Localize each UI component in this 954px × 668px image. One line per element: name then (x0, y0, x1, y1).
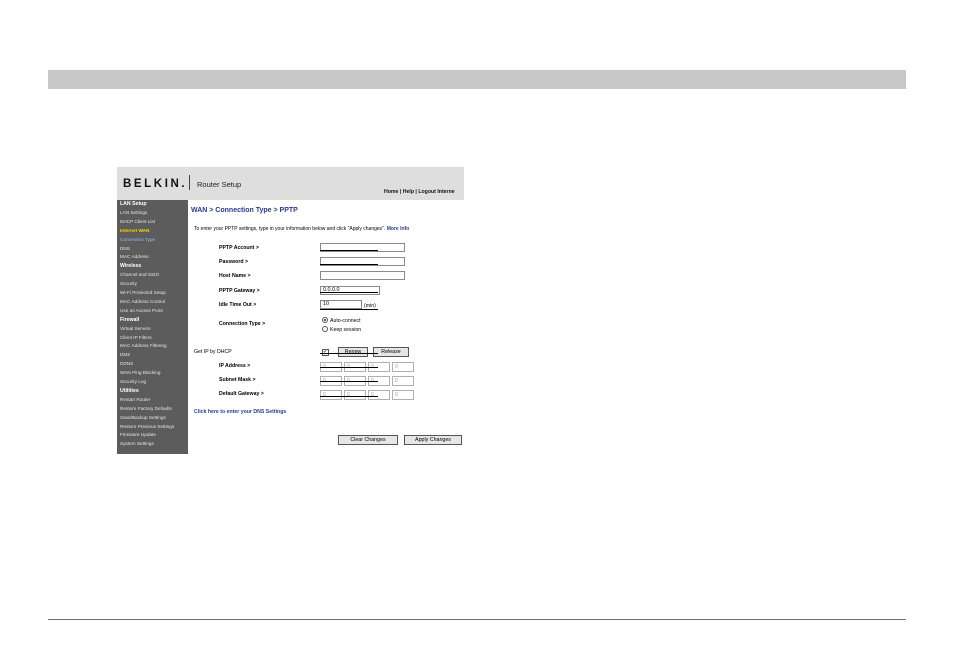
default-gateway-octet-3[interactable]: 0 (368, 390, 390, 400)
footer-rule (48, 619, 906, 620)
callout-line-dhcp (320, 353, 378, 354)
page-title: WAN > Connection Type > PPTP (191, 207, 298, 214)
sidebar-item-save-backup-settings[interactable]: Save/Backup Settings (120, 415, 166, 420)
callout-line-subnet-mask (320, 381, 378, 382)
sidebar-item-internet-wan[interactable]: Internet WAN (120, 228, 149, 233)
sidebar-section-lan-setup: LAN Setup (120, 201, 147, 207)
callout-line-pptp-account (320, 250, 378, 251)
host-name-label: Host Name > (219, 273, 251, 279)
sidebar-item-virtual-servers[interactable]: Virtual Servers (120, 326, 151, 331)
logo-divider (189, 175, 190, 190)
more-info-link[interactable]: More Info (387, 226, 410, 232)
sidebar-item-mac-address[interactable]: MAC Address (120, 254, 149, 259)
sidebar-item-use-as-access-point[interactable]: Use as Access Point (120, 308, 163, 313)
router-screenshot: BELKIN. Router Setup Home | Help | Logou… (117, 167, 464, 454)
sidebar-item-restore-previous-settings[interactable]: Restore Previous Settings (120, 424, 174, 429)
sidebar-item-restart-router[interactable]: Restart Router (120, 397, 150, 402)
sidebar-item-firmware-update[interactable]: Firmware Update (120, 432, 156, 437)
callout-line-idle-timeout (320, 309, 378, 310)
sidebar-item-mac-address-control[interactable]: MAC Address Control (120, 299, 165, 304)
callout-line-ip-address (320, 367, 378, 368)
sidebar-item-security[interactable]: Security (120, 281, 137, 286)
keep-session-radio[interactable] (322, 326, 328, 332)
renew-button[interactable]: Renew (338, 347, 368, 357)
keep-session-label: Keep session (330, 327, 362, 333)
sidebar-item-dmz[interactable]: DMZ (120, 352, 130, 357)
sidebar-nav: LAN Setup LAN Settings DHCP Client List Int… (117, 200, 188, 454)
sidebar-item-client-ip-filters[interactable]: Client IP Filters (120, 335, 152, 340)
sidebar-item-channel-and-ssid[interactable]: Channel and SSID (120, 272, 159, 277)
ip-address-label: IP Address > (219, 363, 251, 369)
release-button[interactable]: Release (373, 347, 409, 357)
sidebar-item-dhcp-client-list[interactable]: DHCP Client List (120, 219, 155, 224)
sidebar-item-wi-fi-protected-setup[interactable]: Wi-Fi Protected Setup (120, 290, 166, 295)
auto-connect-label: Auto-connect (330, 318, 361, 324)
connection-type-label: Connection Type > (219, 321, 266, 327)
default-gateway-label: Default Gateway > (219, 391, 264, 397)
default-gateway-octet-4[interactable]: 0 (392, 390, 414, 400)
sidebar-item-restore-factory-defaults[interactable]: Restore Factory Defaults (120, 406, 172, 411)
host-name-input[interactable] (320, 271, 405, 280)
subnet-mask-octet-4[interactable]: 0 (392, 376, 414, 386)
default-gateway-octet-1[interactable]: 0 (320, 390, 342, 400)
header-links[interactable]: Home | Help | Logout Interne (384, 189, 455, 195)
dns-settings-link[interactable]: Click here to enter your DNS Settings (194, 409, 286, 415)
sidebar-item-lan-settings[interactable]: LAN Settings (120, 210, 147, 215)
idle-timeout-label: Idle Time Out > (219, 302, 257, 308)
sidebar-item-dns[interactable]: DNS (120, 246, 130, 251)
content-area: WAN > Connection Type > PPTP To enter yo… (188, 200, 464, 454)
pptp-gateway-label: PPTP Gateway > (219, 288, 260, 294)
callout-line-pptp-gateway (320, 292, 378, 293)
dhcp-label: Get IP by DHCP (194, 349, 232, 355)
pptp-account-label: PPTP Account > (219, 245, 259, 251)
sidebar-section-firewall: Firewall (120, 316, 140, 323)
clear-changes-button[interactable]: Clear Changes (338, 435, 398, 445)
sidebar-item-system-settings[interactable]: System Settings (120, 441, 154, 446)
callout-line-default-gateway (320, 396, 378, 397)
pptp-gateway-input[interactable]: 0.0.0.0 (320, 286, 380, 295)
belkin-logo: BELKIN. (123, 178, 188, 190)
intro-text: To enter your PPTP settings, type in you… (194, 226, 409, 232)
sidebar-section-wireless: Wireless (120, 263, 142, 270)
sidebar-item-ddns[interactable]: DDNS (120, 361, 133, 366)
intro-sentence: To enter your PPTP settings, type in you… (194, 226, 386, 232)
callout-line-password (320, 264, 378, 265)
subnet-mask-label: Subnet Mask > (219, 377, 256, 383)
top-band (48, 70, 906, 89)
sidebar-item-security-log[interactable]: Security Log (120, 379, 146, 384)
ip-address-octet-4[interactable]: 0 (392, 362, 414, 372)
app-title: Router Setup (197, 180, 242, 189)
sidebar-item-connection-type[interactable]: Connection Type (120, 237, 155, 242)
sidebar-item-mac-address-filtering[interactable]: MAC Address Filtering (120, 343, 167, 348)
sidebar-section-utilities: Utilities (120, 387, 139, 394)
password-label: Password > (219, 259, 248, 265)
idle-timeout-input[interactable]: 10 (320, 300, 362, 309)
sidebar-item-wan-ping-blocking[interactable]: WAN Ping Blocking (120, 370, 160, 375)
apply-changes-button[interactable]: Apply Changes (404, 435, 462, 445)
router-header: BELKIN. Router Setup Home | Help | Logou… (117, 167, 464, 200)
default-gateway-octet-2[interactable]: 0 (344, 390, 366, 400)
auto-connect-radio[interactable] (322, 317, 328, 323)
